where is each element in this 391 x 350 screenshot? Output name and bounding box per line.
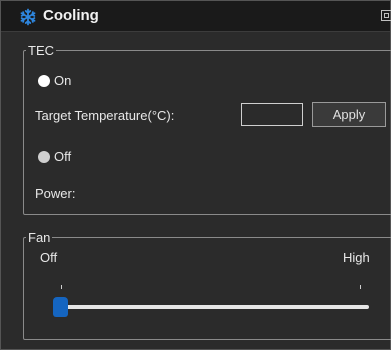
fan-max-label: High xyxy=(343,250,370,265)
restore-icon[interactable] xyxy=(381,10,391,21)
fan-group: Fan xyxy=(23,230,391,340)
tec-off-radio[interactable]: Off xyxy=(38,149,71,164)
tec-on-label: On xyxy=(54,73,72,88)
fan-group-label: Fan xyxy=(28,230,51,245)
window-title: Cooling xyxy=(43,7,99,24)
slider-tick-min xyxy=(61,285,62,289)
tec-group-label: TEC xyxy=(28,43,54,58)
power-label: Power: xyxy=(35,186,76,201)
fan-speed-slider[interactable] xyxy=(61,305,369,309)
snowflake-icon xyxy=(20,8,36,26)
slider-tick-max xyxy=(360,285,361,289)
radio-dot-icon xyxy=(38,74,50,87)
tec-off-label: Off xyxy=(54,149,72,164)
tec-on-radio[interactable]: On xyxy=(38,73,71,88)
fan-min-label: Off xyxy=(40,250,58,265)
cooling-window: Cooling TEC On Target Temperature(°C): A… xyxy=(0,0,391,350)
apply-button[interactable]: Apply xyxy=(312,102,386,127)
radio-dot-icon xyxy=(38,150,50,163)
tec-group: TEC xyxy=(23,43,391,215)
target-temperature-input[interactable] xyxy=(241,103,303,126)
title-bar: Cooling xyxy=(1,1,391,32)
target-temperature-label: Target Temperature(°C): xyxy=(35,108,175,123)
slider-thumb[interactable] xyxy=(53,297,68,317)
